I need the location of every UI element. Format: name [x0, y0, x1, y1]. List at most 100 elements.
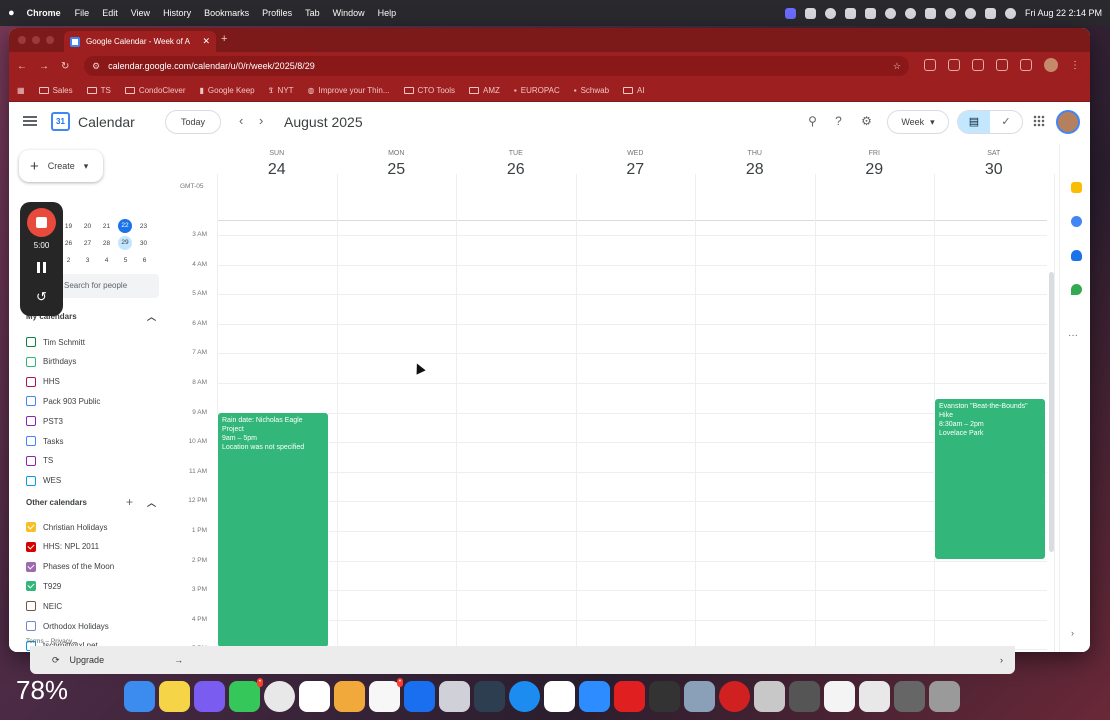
contacts-icon[interactable] — [1071, 250, 1082, 261]
mini-day[interactable]: 3 — [78, 252, 97, 269]
calendar-list-item[interactable]: T929 — [26, 577, 61, 595]
extension-icon[interactable] — [948, 59, 960, 71]
mini-day-today[interactable]: 22 — [118, 219, 132, 233]
mini-day[interactable]: 21 — [97, 218, 116, 235]
menu-file[interactable]: File — [75, 8, 90, 18]
chevron-up-icon[interactable]: ︿ — [147, 496, 156, 509]
finder-icon[interactable] — [124, 680, 155, 712]
status-icon[interactable] — [864, 7, 876, 19]
bookmark-item[interactable]: ▪ Schwab — [574, 86, 609, 95]
window-thumbnail-icon[interactable] — [859, 680, 890, 712]
menu-profiles[interactable]: Profiles — [262, 8, 292, 18]
back-arrow-icon[interactable]: ← — [17, 61, 27, 72]
chevron-right-icon[interactable]: › — [1000, 655, 1003, 665]
calendar-logo-icon[interactable]: 31 — [51, 112, 70, 131]
account-avatar[interactable] — [1056, 110, 1080, 134]
day-number[interactable]: 26 — [456, 161, 576, 179]
launchpad-icon[interactable] — [194, 680, 225, 712]
calculator-icon[interactable] — [649, 680, 680, 712]
day-number[interactable]: 28 — [695, 161, 815, 179]
event-rain-date[interactable]: Rain date: Nicholas Eagle Project 9am – … — [217, 412, 329, 648]
notes-icon[interactable] — [159, 680, 190, 712]
messenger-icon[interactable] — [509, 680, 540, 712]
bookmark-item[interactable]: CTO Tools — [403, 86, 455, 95]
arrow-right-icon[interactable]: → — [174, 655, 183, 665]
upgrade-label[interactable]: Upgrade — [70, 655, 105, 665]
close-window-button[interactable] — [18, 36, 26, 44]
day-header-sun[interactable]: SUN 24 — [217, 144, 337, 179]
main-menu-icon[interactable] — [23, 116, 37, 126]
day-header-tue[interactable]: TUE 26 — [456, 144, 576, 179]
extension-icon[interactable] — [924, 59, 936, 71]
calendar-list-item[interactable]: HHS: NPL 2011 — [26, 538, 99, 556]
tasks-icon[interactable] — [1071, 216, 1082, 227]
zoom-window-button[interactable] — [46, 36, 54, 44]
status-icon[interactable] — [844, 7, 856, 19]
address-bar[interactable]: ⚙ calendar.google.com/calendar/u/0/r/wee… — [84, 56, 909, 76]
help-icon[interactable]: ? — [831, 114, 846, 129]
calendar-view-icon[interactable]: ▤ — [958, 111, 990, 133]
bookmark-item[interactable]: 𝕿 NYT — [269, 86, 294, 96]
maps-icon[interactable] — [1071, 284, 1082, 295]
chevron-up-icon[interactable]: ︿ — [147, 310, 156, 323]
bookmark-item[interactable]: TS — [86, 86, 111, 95]
calendar-checkbox[interactable] — [26, 337, 36, 347]
menu-tab[interactable]: Tab — [305, 8, 320, 18]
calendar-checkbox[interactable] — [26, 376, 36, 387]
pause-icon[interactable] — [37, 262, 46, 273]
bookmark-item[interactable]: CondoClever — [124, 86, 186, 95]
menu-help[interactable]: Help — [378, 8, 397, 18]
calendar-checkbox[interactable] — [26, 455, 36, 466]
keep-icon[interactable] — [1071, 182, 1082, 193]
profile-avatar[interactable] — [1044, 58, 1058, 72]
more-menu-icon[interactable]: ⋮ — [1070, 60, 1080, 71]
status-icon[interactable] — [804, 7, 816, 19]
window-thumbnail-icon[interactable] — [894, 680, 925, 712]
notion-icon[interactable] — [299, 680, 330, 712]
messages-icon[interactable]: • — [229, 677, 263, 712]
trash-icon[interactable] — [929, 680, 960, 712]
menu-history[interactable]: History — [163, 8, 191, 18]
chevron-right-icon[interactable]: › — [1071, 628, 1074, 638]
menu-view[interactable]: View — [131, 8, 150, 18]
mini-day[interactable]: 20 — [78, 218, 97, 235]
calendar-checkbox[interactable] — [26, 581, 36, 592]
password-manager-icon[interactable] — [404, 680, 435, 712]
calendar-list-item[interactable]: Christian Holidays — [26, 518, 107, 536]
battery-icon[interactable] — [924, 7, 936, 19]
minimize-window-button[interactable] — [32, 36, 40, 44]
menubar-app-name[interactable]: Chrome — [27, 8, 61, 18]
day-number[interactable]: 25 — [337, 161, 457, 179]
apps-grid-icon[interactable]: ▦ — [17, 86, 25, 95]
bookmark-item[interactable]: AI — [623, 86, 645, 95]
menu-window[interactable]: Window — [333, 8, 365, 18]
side-panel-icon[interactable] — [1020, 59, 1032, 71]
calendar-list-item[interactable]: Tasks — [26, 432, 63, 450]
day-header-sat[interactable]: SAT 30 — [934, 144, 1054, 179]
search-icon[interactable]: ⚲ — [805, 114, 820, 129]
reminders-icon[interactable]: • — [369, 677, 403, 712]
status-icon[interactable] — [824, 7, 836, 19]
calendar-list-item[interactable]: Pack 903 Public — [26, 392, 100, 410]
calendar-checkbox[interactable] — [26, 522, 36, 532]
calendar-list-item[interactable]: Phases of the Moon — [26, 558, 114, 576]
previous-week-chevron-icon[interactable]: ‹ — [239, 113, 243, 128]
calendar-list-item[interactable]: Orthodox Holidays — [26, 617, 109, 635]
browser-tab[interactable]: Google Calendar - Week of A ✕ — [64, 31, 216, 52]
next-week-chevron-icon[interactable]: › — [259, 113, 263, 128]
stop-recording-button[interactable] — [27, 208, 56, 237]
chatgpt-icon[interactable] — [544, 680, 575, 712]
stack-icon[interactable] — [474, 680, 505, 712]
calendar-checkbox[interactable] — [26, 416, 36, 427]
wifi-icon[interactable] — [944, 7, 956, 19]
calendar-checkbox[interactable] — [26, 541, 36, 552]
day-header-fri[interactable]: FRI 29 — [815, 144, 935, 179]
calendar-checkbox[interactable] — [26, 436, 36, 446]
google-apps-icon[interactable] — [1033, 115, 1045, 127]
day-number[interactable]: 30 — [934, 161, 1054, 179]
more-icon[interactable]: ··· — [1068, 330, 1078, 341]
calendar-checkbox[interactable] — [26, 396, 36, 407]
bookmark-star-icon[interactable]: ☆ — [893, 61, 901, 72]
view-selector[interactable]: Week ▾ — [887, 110, 949, 134]
mini-day[interactable]: 4 — [97, 252, 116, 269]
